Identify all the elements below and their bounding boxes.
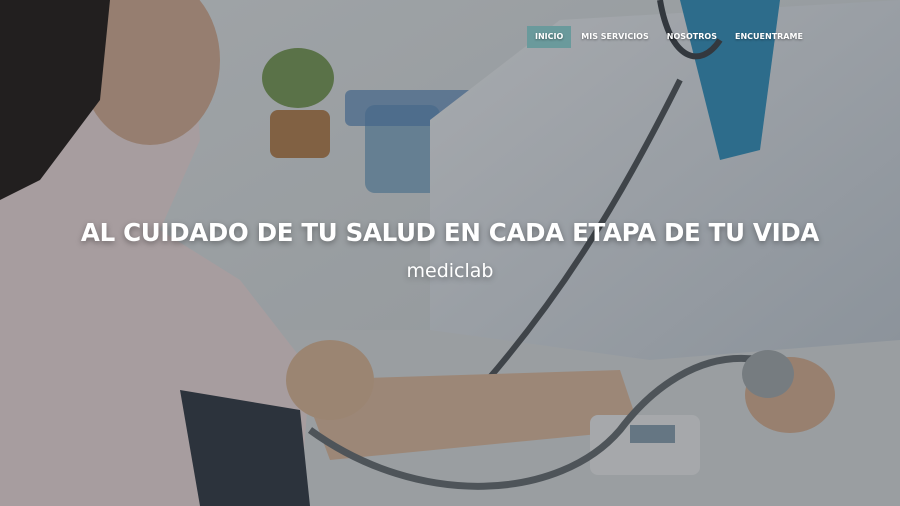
hero-dark-overlay — [0, 0, 900, 506]
hero-headline: AL CUIDADO DE TU SALUD EN CADA ETAPA DE … — [80, 218, 820, 247]
hero-subtitle: mediclab — [406, 260, 494, 282]
nav-item-nosotros[interactable]: NOSOTROS — [659, 26, 725, 48]
nav-item-encuentrame[interactable]: ENCUENTRAME — [727, 26, 811, 48]
nav-item-mis-servicios[interactable]: MIS SERVICIOS — [573, 26, 656, 48]
nav-item-inicio[interactable]: INICIO — [527, 26, 572, 48]
main-nav: INICIO MIS SERVICIOS NOSOTROS ENCUENTRAM… — [527, 26, 813, 48]
hero-section: INICIO MIS SERVICIOS NOSOTROS ENCUENTRAM… — [0, 0, 900, 506]
